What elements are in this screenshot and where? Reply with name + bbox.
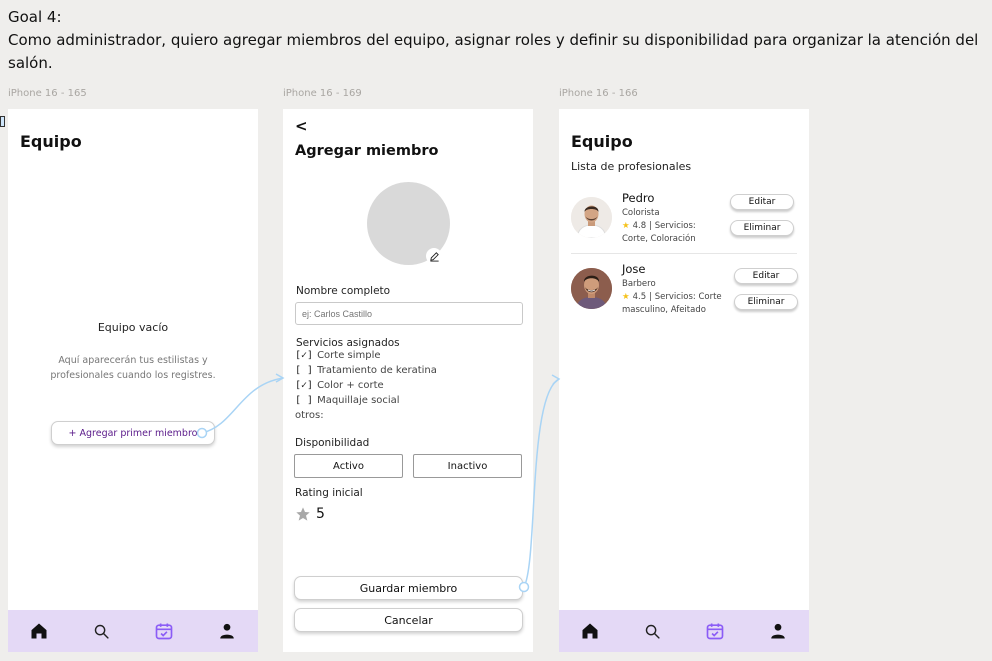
page-title: Equipo [571, 132, 633, 151]
phone-screen-equipo-empty: Equipo Equipo vacío Aquí aparecerán tus … [8, 109, 258, 652]
page-title: Agregar miembro [295, 143, 439, 159]
member-rating-line: ★ 4.8 | Servicios: [622, 221, 696, 231]
empty-state-title: Equipo vacío [97, 321, 169, 334]
star-icon: ★ [622, 221, 630, 231]
flow-arrowhead-2 [551, 374, 561, 385]
phone-screen-team-list: Equipo Lista de profesionales Pedro Colo… [559, 109, 809, 652]
service-label: Tratamiento de keratina [317, 364, 437, 376]
member-rating: 4.5 [632, 292, 647, 302]
edit-member-button[interactable]: Editar [730, 194, 794, 210]
profile-icon [771, 623, 785, 639]
others-label: otros: [295, 410, 324, 421]
member-role: Colorista [622, 208, 660, 218]
cancel-button[interactable]: Cancelar [294, 608, 523, 632]
empty-state-description: Aquí aparecerán tus estilistas y profesi… [50, 355, 216, 381]
goal-header: Goal 4: Como administrador, quiero agreg… [8, 6, 988, 75]
tab-profile[interactable] [766, 619, 790, 643]
frame-label-3: iPhone 16 - 166 [559, 88, 638, 99]
goal-text: Como administrador, quiero agregar miemb… [8, 31, 979, 72]
list-item: Pedro Colorista ★ 4.8 | Servicios: Corte… [559, 189, 809, 253]
flow-arrowhead-1 [275, 373, 285, 383]
service-checkbox[interactable]: [✓] [295, 380, 313, 391]
back-button[interactable]: < [295, 117, 308, 135]
goal-title: Goal 4: [8, 8, 62, 26]
star-icon [296, 507, 310, 521]
service-checkbox[interactable]: [ ] [295, 365, 313, 376]
service-option: [ ] Maquillaje social [295, 393, 400, 407]
search-icon [646, 624, 660, 639]
divider [571, 253, 797, 254]
edit-member-button[interactable]: Editar [734, 268, 798, 284]
tab-home[interactable] [27, 619, 51, 643]
tab-bar [559, 610, 809, 652]
member-services: | Servicios: [649, 221, 696, 231]
pencil-icon [429, 251, 439, 262]
add-first-member-button[interactable]: + Agregar primer miembro [51, 421, 215, 445]
member-rating: 4.8 [632, 221, 647, 231]
page-title: Equipo [20, 132, 82, 151]
member-services-cont: masculino, Afeitado [622, 305, 706, 315]
tab-search[interactable] [90, 619, 114, 643]
service-option: [✓] Color + corte [295, 378, 384, 392]
member-name: Pedro [622, 191, 655, 205]
service-label: Color + corte [317, 379, 384, 391]
inactive-button[interactable]: Inactivo [413, 454, 522, 478]
frame-label-2: iPhone 16 - 169 [283, 88, 362, 99]
service-option: [ ] Tratamiento de keratina [295, 363, 437, 377]
rating-value: 5 [316, 506, 325, 522]
member-name: Jose [622, 262, 646, 276]
member-services-cont: Corte, Coloración [622, 234, 696, 244]
save-member-button[interactable]: Guardar miembro [294, 576, 523, 600]
tab-bar [8, 610, 258, 652]
selection-marker [0, 116, 5, 127]
rating-control[interactable]: 5 [295, 506, 325, 522]
profile-icon [220, 623, 234, 639]
search-icon [95, 624, 109, 639]
tab-calendar[interactable] [703, 619, 727, 643]
availability-label: Disponibilidad [295, 437, 370, 449]
tab-profile[interactable] [215, 619, 239, 643]
avatar [571, 197, 612, 238]
person-photo-icon [571, 197, 612, 238]
edit-avatar-button[interactable] [426, 248, 442, 264]
member-rating-line: ★ 4.5 | Servicios: Corte [622, 292, 722, 302]
delete-member-button[interactable]: Eliminar [734, 294, 798, 310]
service-option: [✓] Corte simple [295, 348, 381, 362]
list-subtitle: Lista de profesionales [571, 160, 692, 173]
service-label: Corte simple [317, 349, 381, 361]
tab-search[interactable] [641, 619, 665, 643]
member-role: Barbero [622, 279, 656, 289]
service-checkbox[interactable]: [ ] [295, 395, 313, 406]
frame-label-1: iPhone 16 - 165 [8, 88, 87, 99]
phone-screen-add-member: < Agregar miembro Nombre completo Servic… [283, 109, 533, 652]
tab-home[interactable] [578, 619, 602, 643]
name-label: Nombre completo [296, 285, 391, 297]
member-services: | Servicios: Corte [649, 292, 722, 302]
list-item: Jose Barbero ★ 4.5 | Servicios: Corte ma… [559, 261, 809, 325]
home-icon [31, 623, 47, 639]
service-checkbox[interactable]: [✓] [295, 350, 313, 361]
calendar-check-icon [706, 623, 724, 640]
rating-label: Rating inicial [295, 487, 363, 499]
delete-member-button[interactable]: Eliminar [730, 220, 794, 236]
person-photo-icon [571, 268, 612, 309]
star-icon: ★ [622, 292, 630, 302]
service-label: Maquillaje social [317, 394, 400, 406]
home-icon [582, 623, 598, 639]
calendar-check-icon [155, 623, 173, 640]
avatar [571, 268, 612, 309]
tab-calendar[interactable] [152, 619, 176, 643]
name-input[interactable] [295, 302, 523, 325]
active-button[interactable]: Activo [294, 454, 403, 478]
